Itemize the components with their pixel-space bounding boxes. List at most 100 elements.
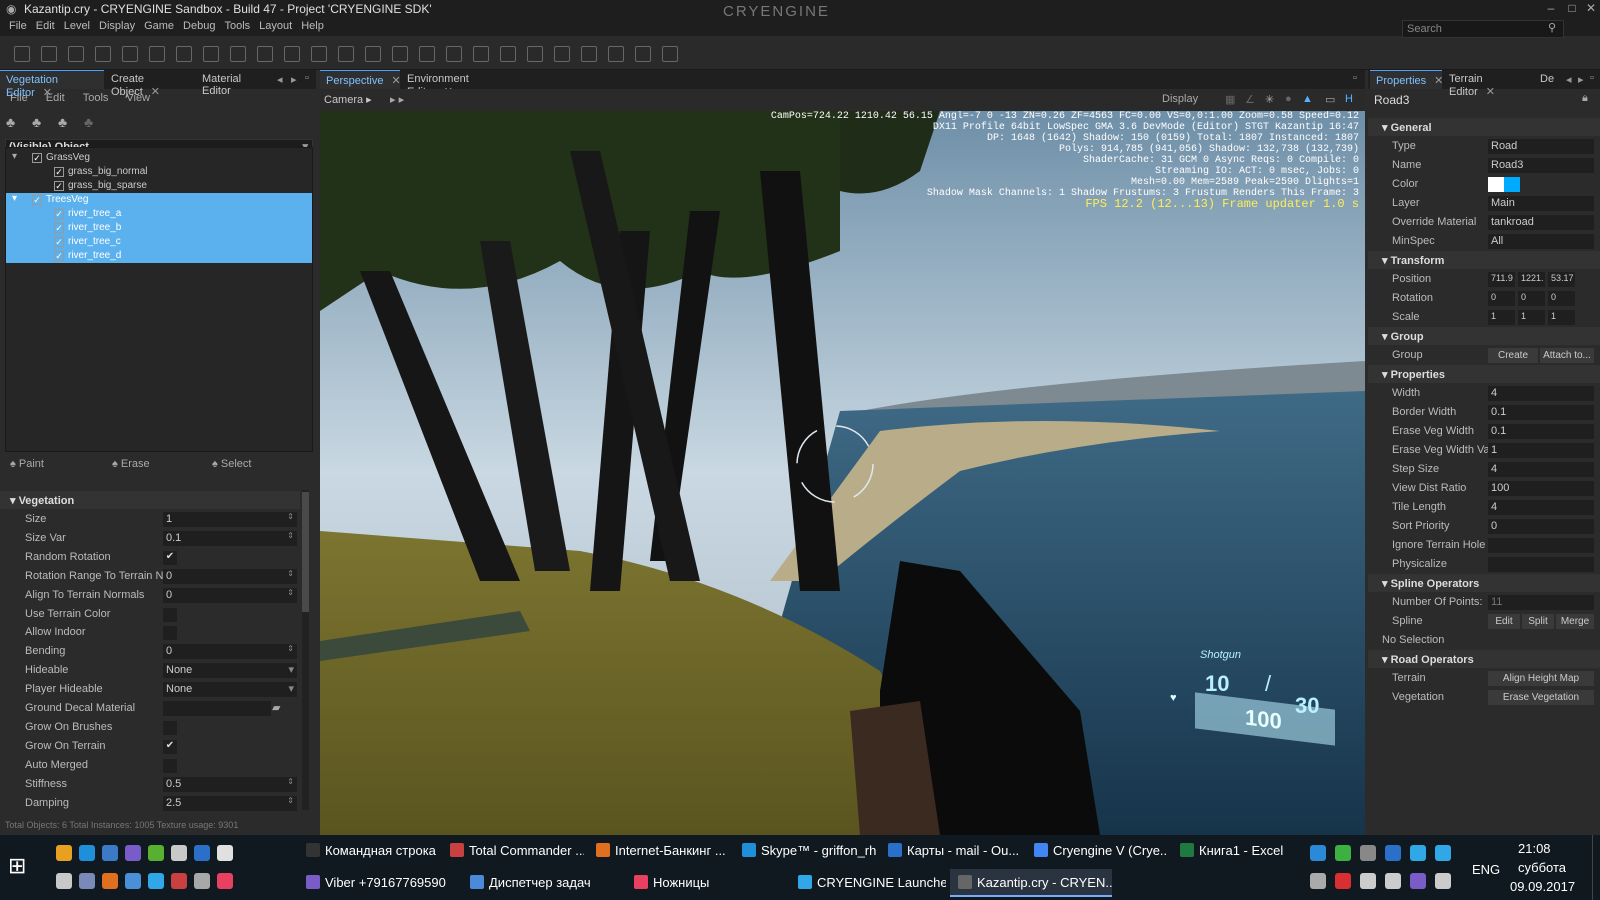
property-input[interactable]: 0.1 (1488, 424, 1594, 439)
menu-item-help[interactable]: Help (301, 20, 324, 32)
spinner-icon[interactable]: ⇕ (287, 588, 294, 597)
property-input[interactable]: 0 (1488, 519, 1594, 534)
snap-scale-icon[interactable] (176, 46, 192, 62)
3d-scene[interactable]: CamPos=724.22 1210.42 56.15 Angl=-7 0 -1… (320, 111, 1365, 835)
chevron-right-icon[interactable]: ▸ (1578, 73, 1584, 86)
battery-icon[interactable] (1360, 873, 1376, 889)
onedrive-icon[interactable] (1310, 845, 1326, 861)
snap-angle-icon[interactable] (149, 46, 165, 62)
app-icon[interactable] (148, 845, 164, 861)
visibility-checkbox[interactable]: ✓ (54, 237, 64, 247)
property-checkbox[interactable] (163, 720, 177, 735)
skype-icon[interactable] (1410, 845, 1426, 861)
property-input[interactable]: 0.1 ⇕ (163, 530, 297, 546)
tree-item[interactable]: ✓ grass_big_normal (6, 165, 312, 179)
property-input[interactable] (163, 701, 271, 716)
section-header-transform[interactable]: ▾ Transform (1368, 251, 1600, 269)
tree-item[interactable]: ✓ river_tree_a (6, 207, 312, 221)
spinner-icon[interactable]: ⇕ (287, 531, 294, 540)
speed-icon[interactable]: ▲ (1302, 93, 1313, 105)
antivirus-icon[interactable] (1335, 873, 1351, 889)
property-input[interactable]: tankroad (1488, 215, 1594, 230)
clock-day[interactable]: суббота (1518, 860, 1566, 875)
close-icon[interactable]: ✕ (391, 75, 400, 87)
tree-item[interactable]: ✓ river_tree_c (6, 235, 312, 249)
property-checkbox[interactable]: ✔ (163, 739, 177, 754)
property-input[interactable]: Road3 (1488, 158, 1594, 173)
tree-group[interactable]: ▾ ✓ TreesVeg (6, 193, 312, 207)
merge-spline-button[interactable]: Merge (1556, 614, 1594, 629)
select-button[interactable]: ♠ Select (212, 458, 251, 470)
property-input[interactable]: 2.5 ⇕ (163, 795, 297, 811)
visibility-checkbox[interactable]: ✓ (54, 181, 64, 191)
taskbar-app[interactable]: CRYENGINE Launcher (790, 869, 946, 897)
paint-button[interactable]: ♠ Paint (10, 458, 44, 470)
tab-vegetation-editor[interactable]: Vegetation Editor ✕ (0, 70, 104, 99)
property-input[interactable]: 4 (1488, 386, 1594, 401)
maximize-panel-icon[interactable]: ▫ (1353, 72, 1357, 84)
tab-perspective[interactable]: Perspective ✕ (320, 70, 401, 89)
spinner-icon[interactable]: ⇕ (287, 569, 294, 578)
visibility-checkbox[interactable]: ✓ (54, 223, 64, 233)
terrain-icon[interactable] (635, 46, 651, 62)
game-mode-icon[interactable] (446, 46, 462, 62)
property-select[interactable]: None ▾ (163, 682, 297, 698)
vector-input[interactable]: 0 (1518, 291, 1545, 306)
property-input[interactable]: 1 (1488, 443, 1594, 458)
physics-icon[interactable] (554, 46, 570, 62)
property-input[interactable]: 0 ⇕ (163, 587, 297, 603)
notepad-icon[interactable] (217, 845, 233, 861)
chevron-right-icon[interactable]: ▸ (291, 73, 297, 86)
scale-tool-icon[interactable] (95, 46, 111, 62)
vegetation-section-header[interactable]: ▾ Vegetation (0, 491, 300, 509)
clock-time[interactable]: 21:08 (1518, 841, 1551, 856)
ai-icon[interactable] (581, 46, 597, 62)
section-header-group[interactable]: ▾ Group (1368, 327, 1600, 345)
visibility-checkbox[interactable]: ✓ (32, 195, 42, 205)
menu-item-layout[interactable]: Layout (259, 20, 292, 32)
vector-input[interactable]: 1 (1488, 310, 1515, 325)
maximize-panel-icon[interactable]: ▫ (1590, 72, 1594, 84)
taskbar-app[interactable]: Total Commander ... (442, 837, 584, 865)
network-icon[interactable] (1435, 845, 1451, 861)
visibility-checkbox[interactable]: ✓ (32, 153, 42, 163)
minimize-button[interactable]: – (1540, 1, 1562, 15)
property-input[interactable]: 1 ⇕ (163, 512, 297, 527)
property-input[interactable]: Road (1488, 139, 1594, 154)
character-icon[interactable] (608, 46, 624, 62)
section-header-general[interactable]: ▾ General (1368, 118, 1600, 136)
pause-icon[interactable] (500, 46, 516, 62)
taskbar-app[interactable]: Диспетчер задач (462, 869, 622, 897)
keyboard-icon[interactable] (1310, 873, 1326, 889)
chevron-left-icon[interactable]: ◂ (1566, 73, 1572, 86)
section-header-road[interactable]: ▾ Road Operators (1368, 650, 1600, 668)
erase-vegetation-button[interactable]: Erase Vegetation (1488, 690, 1594, 705)
tool-icon[interactable] (194, 873, 210, 889)
group-icon[interactable] (257, 46, 273, 62)
hide-helpers-icon[interactable]: H (1345, 93, 1353, 105)
align-height-map-button[interactable]: Align Height Map (1488, 671, 1594, 686)
split-spline-button[interactable]: Split (1522, 614, 1554, 629)
attach-group-button[interactable]: Attach to... (1540, 348, 1594, 363)
menu-item-edit[interactable]: Edit (36, 20, 55, 32)
property-input[interactable]: 4 (1488, 462, 1594, 477)
search-icon[interactable]: ⚲ (1548, 21, 1556, 34)
unlink-icon[interactable] (338, 46, 354, 62)
visibility-checkbox[interactable]: ✓ (54, 209, 64, 219)
tab-de[interactable]: De (1534, 70, 1564, 89)
tree-group[interactable]: ▾ ✓ GrassVeg (6, 151, 312, 165)
tree-item[interactable]: ✓ grass_big_sparse (6, 179, 312, 193)
explorer-icon[interactable] (148, 873, 164, 889)
tab-environment-editor[interactable]: Environment Editor✕ (401, 70, 513, 98)
menu-item-tools[interactable]: Tools (224, 20, 250, 32)
tree-item[interactable]: ✓ river_tree_d (6, 249, 312, 263)
resolution-icon[interactable]: ▭ (1325, 93, 1335, 106)
section-header-properties[interactable]: ▾ Properties (1368, 365, 1600, 383)
property-input[interactable]: Main (1488, 196, 1594, 211)
calculator-icon[interactable] (102, 845, 118, 861)
property-input[interactable] (1488, 538, 1594, 553)
snap-grid-icon[interactable] (122, 46, 138, 62)
link-icon[interactable] (311, 46, 327, 62)
lock-icon[interactable] (392, 46, 408, 62)
remove-vegetation-icon[interactable]: ♣ (84, 114, 102, 132)
